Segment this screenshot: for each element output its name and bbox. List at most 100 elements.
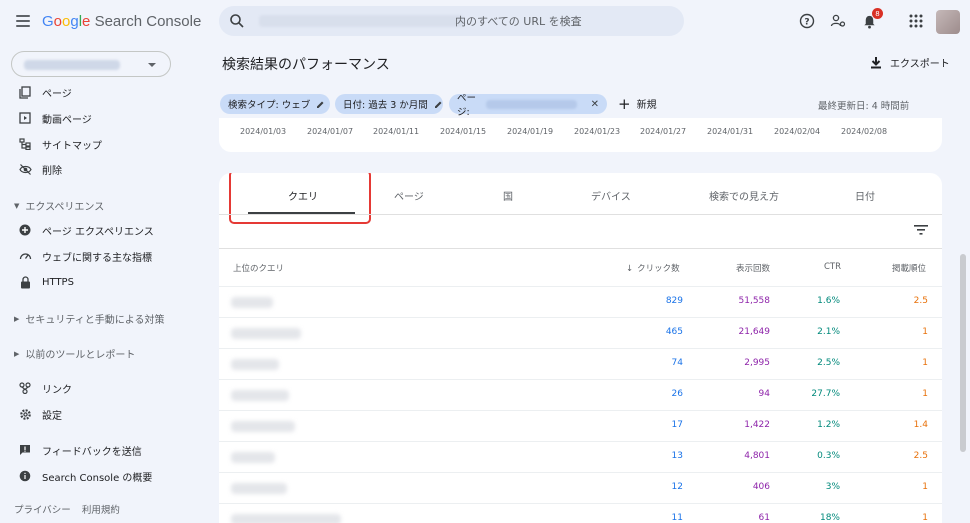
filter-chip-search-type[interactable]: 検索タイプ: ウェブ — [220, 94, 330, 114]
url-inspection-search[interactable]: 内のすべての URL を検査 — [219, 6, 684, 36]
redacted-query — [231, 514, 341, 523]
footer-links: プライバシー 利用規約 — [14, 502, 131, 516]
chart-date-tick: 2024/02/08 — [841, 127, 888, 136]
cell-ctr: 1.2% — [817, 420, 840, 430]
sidebar-item-about[interactable]: Search Console の概要 — [18, 467, 152, 485]
apps-grid-icon[interactable] — [906, 11, 926, 31]
last-updated-text: 最終更新日: 4 時間前 — [818, 101, 910, 112]
terms-link[interactable]: 利用規約 — [82, 505, 120, 516]
cell-clicks: 465 — [665, 327, 683, 337]
table-row[interactable]: 74 2,995 2.5% 1 — [219, 348, 942, 379]
edit-pencil-icon[interactable] — [434, 100, 443, 109]
close-icon[interactable]: ✕ — [591, 99, 599, 110]
cell-ctr: 3% — [825, 482, 840, 492]
table-row[interactable]: 12 406 3% 1 — [219, 472, 942, 503]
download-icon — [871, 57, 881, 69]
tab-pages[interactable]: ページ — [394, 188, 424, 203]
cell-position: 2.5 — [913, 296, 928, 306]
table-row[interactable]: 26 94 27.7% 1 — [219, 379, 942, 410]
section-legacy-tools[interactable]: ▶ 以前のツールとレポート — [14, 346, 135, 362]
product-logo[interactable]: Google Search Console — [42, 13, 201, 30]
filter-chip-page[interactable]: ページ: ✕ — [449, 93, 607, 118]
tab-countries[interactable]: 国 — [503, 188, 513, 203]
table-row[interactable]: 13 4,801 0.3% 2.5 — [219, 441, 942, 472]
property-selector[interactable] — [11, 51, 171, 77]
sort-arrow-down-icon: ↓ — [626, 264, 634, 274]
col-header-impressions[interactable]: 表示回数 — [736, 262, 770, 274]
col-header-query[interactable]: 上位のクエリ — [233, 262, 284, 274]
cell-ctr: 18% — [819, 513, 840, 523]
section-security[interactable]: ▶ セキュリティと手動による対策 — [14, 311, 165, 327]
sidebar: ページ 動画ページ サイトマップ 削除 ▼ エクスペリエンス ページ エクスペリエ… — [0, 46, 204, 523]
links-icon — [18, 381, 32, 395]
privacy-link[interactable]: プライバシー — [14, 505, 71, 516]
search-icon — [230, 14, 244, 28]
col-header-position[interactable]: 掲載順位 — [892, 262, 926, 274]
sidebar-item-pages[interactable]: ページ — [18, 83, 72, 101]
table-row[interactable]: 11 61 18% 1 — [219, 503, 942, 523]
cell-impressions: 51,558 — [738, 296, 771, 306]
menu-icon[interactable] — [16, 15, 30, 27]
redacted-query — [231, 359, 279, 370]
col-header-clicks[interactable]: ↓ クリック数 — [626, 262, 680, 274]
cell-position: 1 — [922, 358, 928, 368]
sidebar-item-links[interactable]: リンク — [18, 379, 72, 397]
filter-rows-icon[interactable] — [914, 224, 928, 236]
cell-ctr: 2.5% — [817, 358, 840, 368]
table-row[interactable]: 829 51,558 1.6% 2.5 — [219, 286, 942, 317]
col-header-ctr[interactable]: CTR — [824, 262, 841, 272]
notifications-icon[interactable]: 8 — [859, 8, 883, 31]
search-placeholder: 内のすべての URL を検査 — [455, 15, 582, 28]
cell-impressions: 406 — [752, 482, 770, 492]
tab-devices[interactable]: デバイス — [591, 188, 631, 203]
cell-impressions: 1,422 — [744, 420, 770, 430]
redacted-query — [231, 483, 287, 494]
avatar[interactable] — [936, 10, 960, 34]
sidebar-item-feedback[interactable]: フィードバックを送信 — [18, 441, 142, 459]
cell-ctr: 27.7% — [811, 389, 840, 399]
removals-icon — [18, 162, 32, 176]
sidebar-item-https[interactable]: HTTPS — [18, 273, 74, 291]
sidebar-item-page-experience[interactable]: ページ エクスペリエンス — [18, 221, 154, 239]
chart-date-tick: 2024/01/27 — [640, 127, 687, 136]
plus-icon: + — [618, 94, 631, 113]
collapse-triangle-icon: ▼ — [14, 201, 20, 210]
new-filter-button[interactable]: + 新規 — [618, 96, 657, 111]
help-icon[interactable]: ? — [797, 11, 817, 31]
chevron-down-icon — [148, 63, 156, 67]
filter-chip-date[interactable]: 日付: 過去 3 か月間 — [335, 94, 443, 114]
expand-triangle-icon: ▶ — [14, 349, 20, 358]
feedback-icon — [18, 443, 32, 457]
export-button[interactable]: エクスポート — [870, 55, 950, 70]
table-row[interactable]: 465 21,649 2.1% 1 — [219, 317, 942, 348]
chart-date-tick: 2024/01/11 — [373, 127, 420, 136]
redacted-query — [231, 297, 273, 308]
edit-pencil-icon[interactable] — [316, 100, 325, 109]
page-experience-icon — [18, 223, 32, 237]
table-row[interactable]: 17 1,422 1.2% 1.4 — [219, 410, 942, 441]
cell-impressions: 4,801 — [744, 451, 770, 461]
section-experience[interactable]: ▼ エクスペリエンス — [14, 198, 104, 214]
redacted-property-url — [259, 15, 464, 27]
tab-queries[interactable]: クエリ — [288, 188, 318, 203]
page-title: 検索結果のパフォーマンス — [222, 57, 390, 73]
cell-position: 2.5 — [913, 451, 928, 461]
redacted-page-url — [486, 99, 577, 109]
redacted-property-name — [24, 60, 120, 70]
sidebar-item-core-web-vitals[interactable]: ウェブに関する主な指標 — [18, 247, 152, 265]
cell-clicks: 74 — [671, 358, 683, 368]
sidebar-item-settings[interactable]: 設定 — [18, 405, 62, 423]
tab-search-appearance[interactable]: 検索での見え方 — [709, 188, 779, 203]
redacted-query — [231, 328, 301, 339]
cell-clicks: 12 — [671, 482, 683, 492]
cell-impressions: 2,995 — [744, 358, 770, 368]
chart-date-tick: 2024/01/07 — [307, 127, 354, 136]
tab-dates[interactable]: 日付 — [855, 188, 875, 203]
sidebar-item-video-pages[interactable]: 動画ページ — [18, 109, 92, 127]
chart-date-tick: 2024/01/03 — [240, 127, 287, 136]
sidebar-item-sitemaps[interactable]: サイトマップ — [18, 135, 102, 153]
sidebar-item-removals[interactable]: 削除 — [18, 160, 62, 178]
tabs-divider — [219, 214, 942, 215]
page-scrollbar[interactable] — [960, 254, 966, 452]
manage-users-icon[interactable] — [828, 11, 848, 31]
